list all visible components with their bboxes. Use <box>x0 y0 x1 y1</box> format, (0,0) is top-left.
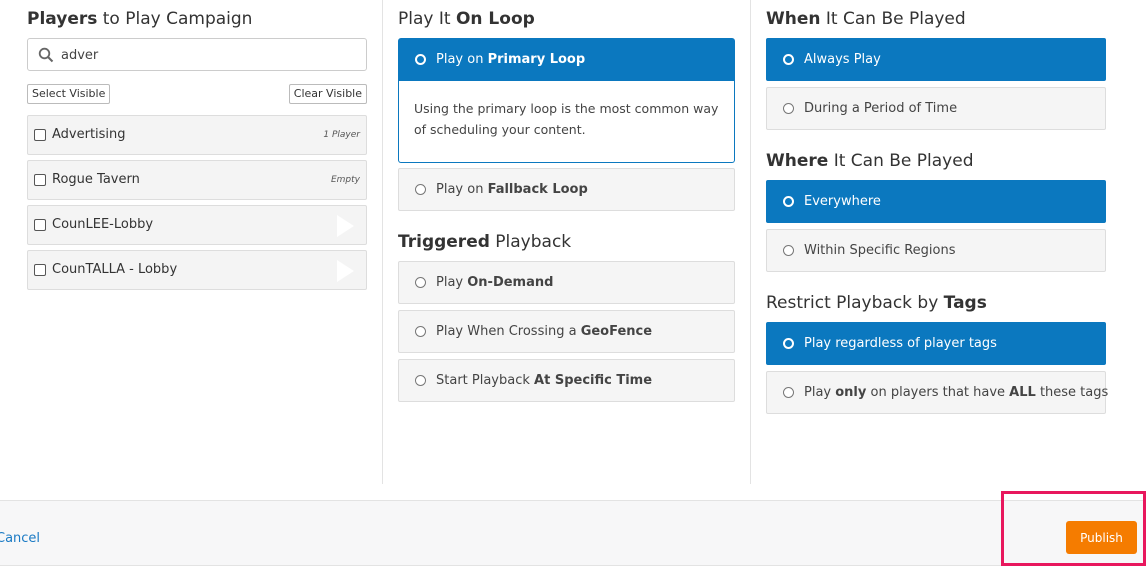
only-tags-label: Play only on players that have ALL these… <box>804 385 1109 400</box>
player-name: CounLEE-Lobby <box>52 217 154 232</box>
primary-loop-option[interactable]: Play on Primary Loop <box>398 38 735 81</box>
play-icon <box>337 215 354 237</box>
only-tags-option[interactable]: Play only on players that have ALL these… <box>766 371 1109 414</box>
player-count: 1 Player <box>323 130 360 140</box>
period-option[interactable]: During a Period of Time <box>766 87 1106 130</box>
search-input[interactable] <box>61 44 351 66</box>
radio-icon <box>783 54 794 65</box>
radio-icon <box>415 277 426 288</box>
on-demand-label: Play On-Demand <box>436 275 554 290</box>
regions-option[interactable]: Within Specific Regions <box>766 229 1106 272</box>
schedule-column: When It Can Be Played Always Play During… <box>766 0 1109 484</box>
player-checkbox[interactable] <box>34 129 46 141</box>
campaign-settings: Players to Play Campaign Select Visible … <box>0 0 1146 500</box>
geofence-option[interactable]: Play When Crossing a GeoFence <box>398 310 735 353</box>
cancel-link[interactable]: Cancel <box>0 531 40 546</box>
list-item[interactable]: CounLEE-Lobby <box>27 205 367 245</box>
regardless-tags-label: Play regardless of player tags <box>804 336 997 351</box>
geofence-label: Play When Crossing a GeoFence <box>436 324 653 339</box>
when-heading: When It Can Be Played <box>766 9 966 29</box>
column-divider <box>382 0 383 484</box>
radio-icon <box>415 326 426 337</box>
radio-icon <box>415 184 426 195</box>
radio-icon <box>783 103 794 114</box>
search-icon <box>38 47 54 63</box>
radio-icon <box>783 387 794 398</box>
loop-heading: Play It On Loop <box>398 9 535 29</box>
primary-loop-description: Using the primary loop is the most commo… <box>398 81 735 163</box>
list-item[interactable]: Advertising 1 Player <box>27 115 367 155</box>
player-checkbox[interactable] <box>34 219 46 231</box>
specific-time-label: Start Playback At Specific Time <box>436 373 653 388</box>
radio-icon <box>415 54 426 65</box>
where-heading: Where It Can Be Played <box>766 151 974 171</box>
everywhere-option[interactable]: Everywhere <box>766 180 1106 223</box>
specific-time-option[interactable]: Start Playback At Specific Time <box>398 359 735 402</box>
regardless-tags-option[interactable]: Play regardless of player tags <box>766 322 1106 365</box>
players-column: Players to Play Campaign Select Visible … <box>27 0 367 484</box>
player-list: Advertising 1 Player Rogue Tavern Empty … <box>27 115 367 295</box>
footer-bar: Cancel <box>0 500 1146 566</box>
fallback-loop-label: Play on Fallback Loop <box>436 182 588 197</box>
list-item[interactable]: Rogue Tavern Empty <box>27 160 367 200</box>
select-visible-button[interactable]: Select Visible <box>27 84 111 104</box>
player-name: Rogue Tavern <box>52 172 140 187</box>
radio-icon <box>783 196 794 207</box>
tags-heading: Restrict Playback by Tags <box>766 293 987 313</box>
always-play-label: Always Play <box>804 52 881 67</box>
radio-icon <box>783 245 794 256</box>
on-demand-option[interactable]: Play On-Demand <box>398 261 735 304</box>
primary-loop-label: Play on Primary Loop <box>436 52 586 67</box>
always-play-option[interactable]: Always Play <box>766 38 1106 81</box>
fallback-loop-option[interactable]: Play on Fallback Loop <box>398 168 735 211</box>
play-icon <box>337 260 354 282</box>
clear-visible-button[interactable]: Clear Visible <box>288 84 367 104</box>
regions-label: Within Specific Regions <box>804 243 956 258</box>
player-checkbox[interactable] <box>34 264 46 276</box>
column-divider <box>750 0 751 484</box>
radio-icon <box>783 338 794 349</box>
radio-icon <box>415 375 426 386</box>
loop-column: Play It On Loop Play on Primary Loop Usi… <box>398 0 735 484</box>
everywhere-label: Everywhere <box>804 194 881 209</box>
player-name: CounTALLA - Lobby <box>52 262 178 277</box>
player-count: Empty <box>330 175 360 185</box>
publish-button[interactable]: Publish <box>1066 521 1137 554</box>
player-name: Advertising <box>52 127 126 142</box>
player-search[interactable] <box>27 38 367 71</box>
player-checkbox[interactable] <box>34 174 46 186</box>
triggered-heading: Triggered Playback <box>398 232 572 252</box>
period-label: During a Period of Time <box>804 101 958 116</box>
list-item[interactable]: CounTALLA - Lobby <box>27 250 367 290</box>
players-heading: Players to Play Campaign <box>27 9 253 29</box>
